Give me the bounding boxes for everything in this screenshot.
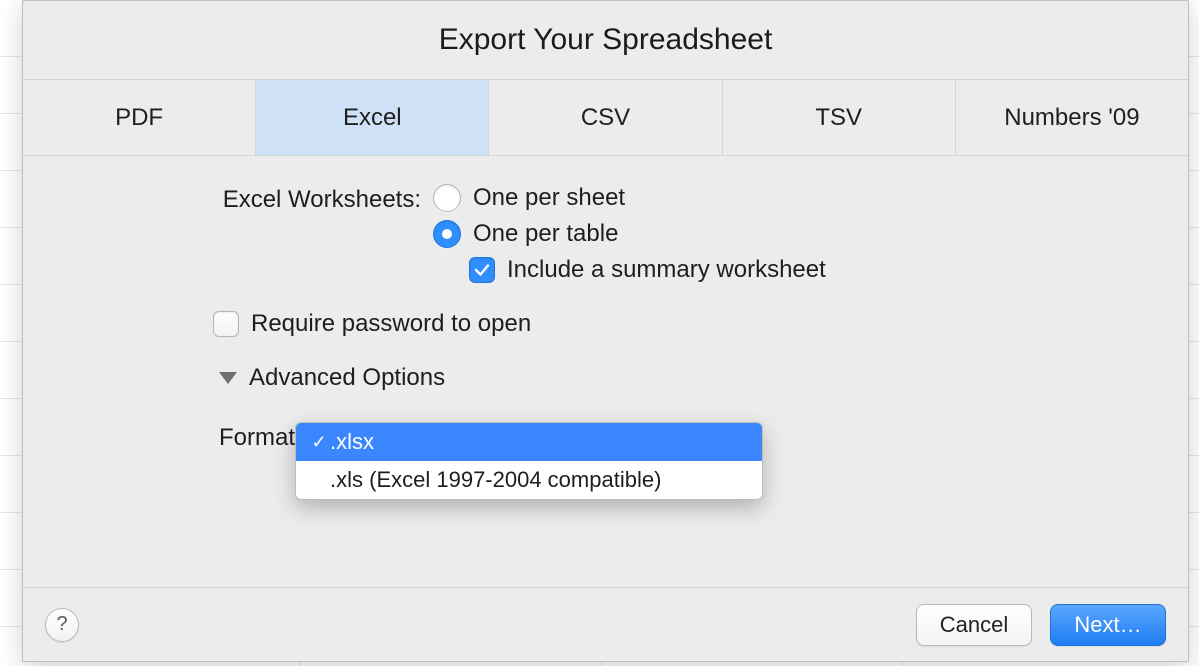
dialog-title: Export Your Spreadsheet <box>23 1 1188 80</box>
checkmark-icon: ✓ <box>308 432 330 453</box>
include-summary-label: Include a summary worksheet <box>507 256 826 284</box>
worksheets-label: Excel Worksheets: <box>63 182 433 214</box>
export-dialog: Export Your Spreadsheet PDF Excel CSV TS… <box>22 0 1189 662</box>
worksheets-radio-group: One per sheet One per table Include a su… <box>433 182 826 292</box>
tab-numbers09[interactable]: Numbers '09 <box>956 80 1188 155</box>
radio-one-per-sheet[interactable] <box>433 184 461 212</box>
help-icon: ? <box>56 613 67 636</box>
help-button[interactable]: ? <box>45 608 79 642</box>
format-option-xlsx-label: .xlsx <box>330 429 374 455</box>
radio-one-per-table-label: One per table <box>473 220 618 248</box>
dialog-content: Excel Worksheets: One per sheet One per … <box>23 156 1188 587</box>
dialog-footer: ? Cancel Next… <box>23 587 1188 661</box>
next-button[interactable]: Next… <box>1050 604 1166 646</box>
tab-excel[interactable]: Excel <box>256 80 489 155</box>
format-dropdown-menu: ✓ .xlsx .xls (Excel 1997-2004 compatible… <box>295 422 763 500</box>
format-option-xlsx[interactable]: ✓ .xlsx <box>296 423 762 461</box>
format-option-xls[interactable]: .xls (Excel 1997-2004 compatible) <box>296 461 762 499</box>
next-button-label: Next… <box>1074 612 1141 638</box>
format-label: Format <box>219 422 295 450</box>
format-option-xls-label: .xls (Excel 1997-2004 compatible) <box>330 467 661 493</box>
cancel-button-label: Cancel <box>940 612 1008 638</box>
checkbox-include-summary[interactable] <box>469 257 495 283</box>
format-tabs: PDF Excel CSV TSV Numbers '09 <box>23 80 1188 156</box>
advanced-options-label: Advanced Options <box>249 364 445 392</box>
tab-csv[interactable]: CSV <box>489 80 722 155</box>
disclosure-triangle-icon <box>219 372 237 384</box>
cancel-button[interactable]: Cancel <box>916 604 1032 646</box>
tab-tsv[interactable]: TSV <box>723 80 956 155</box>
radio-one-per-table[interactable] <box>433 220 461 248</box>
require-password-label: Require password to open <box>251 310 531 338</box>
checkmark-icon <box>473 261 491 279</box>
advanced-options-row[interactable]: Advanced Options <box>219 364 1148 392</box>
checkbox-require-password[interactable] <box>213 311 239 337</box>
radio-one-per-sheet-label: One per sheet <box>473 184 625 212</box>
tab-pdf[interactable]: PDF <box>23 80 256 155</box>
